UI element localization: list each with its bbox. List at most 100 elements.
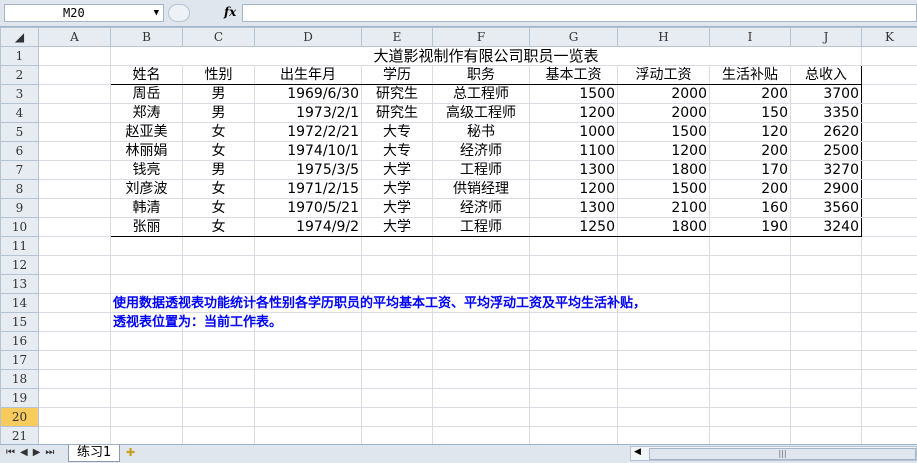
data-cell[interactable]: 大专	[361, 122, 433, 142]
data-cell[interactable]: 1800	[617, 160, 710, 180]
row-header[interactable]: 18	[0, 369, 39, 389]
data-cell[interactable]: 1800	[617, 217, 710, 237]
cell[interactable]	[38, 331, 111, 351]
data-cell[interactable]: 3240	[790, 217, 862, 237]
cell[interactable]	[110, 426, 183, 446]
data-cell[interactable]: 1000	[529, 122, 618, 142]
data-cell[interactable]: 男	[182, 84, 255, 104]
column-label[interactable]: 总收入	[790, 65, 862, 85]
row-header[interactable]: 6	[0, 141, 39, 161]
cell[interactable]	[529, 388, 618, 408]
column-label[interactable]: 职务	[432, 65, 530, 85]
data-cell[interactable]: 1971/2/15	[254, 179, 362, 199]
data-cell[interactable]: 周岳	[110, 84, 183, 104]
column-label[interactable]: 姓名	[110, 65, 183, 85]
cell[interactable]	[361, 407, 433, 427]
data-cell[interactable]: 1500	[617, 122, 710, 142]
cell[interactable]	[254, 388, 362, 408]
cell[interactable]	[432, 350, 530, 370]
cell[interactable]: 使用数据透视表功能统计各性别各学历职员的平均基本工资、平均浮动工资及平均生活补贴…	[110, 293, 646, 313]
cell[interactable]	[182, 274, 255, 294]
cell[interactable]	[254, 331, 362, 351]
cell[interactable]	[790, 388, 862, 408]
cell[interactable]	[38, 407, 111, 427]
cell[interactable]	[709, 388, 791, 408]
expand-handle[interactable]	[168, 4, 190, 22]
data-cell[interactable]: 钱亮	[110, 160, 183, 180]
data-cell[interactable]: 1970/5/21	[254, 198, 362, 218]
column-header[interactable]: K	[861, 27, 917, 47]
cell[interactable]	[182, 255, 255, 275]
cell[interactable]	[861, 65, 917, 85]
scroll-thumb[interactable]: |||	[649, 448, 916, 460]
cell[interactable]	[254, 350, 362, 370]
cell[interactable]	[432, 407, 530, 427]
cell[interactable]	[361, 426, 433, 446]
cell[interactable]	[790, 407, 862, 427]
cell[interactable]	[361, 236, 433, 256]
cell[interactable]	[709, 293, 791, 313]
cell[interactable]	[861, 160, 917, 180]
data-cell[interactable]: 2500	[790, 141, 862, 161]
data-cell[interactable]: 大专	[361, 141, 433, 161]
column-header[interactable]: D	[254, 27, 362, 47]
cell[interactable]	[182, 426, 255, 446]
cell[interactable]	[254, 236, 362, 256]
cell[interactable]	[617, 407, 710, 427]
cell[interactable]	[709, 426, 791, 446]
cell[interactable]	[709, 236, 791, 256]
cell[interactable]	[361, 369, 433, 389]
data-cell[interactable]: 1500	[617, 179, 710, 199]
data-cell[interactable]: 3560	[790, 198, 862, 218]
cell[interactable]	[861, 103, 917, 123]
cell[interactable]	[529, 407, 618, 427]
row-header[interactable]: 4	[0, 103, 39, 123]
data-cell[interactable]: 郑涛	[110, 103, 183, 123]
data-cell[interactable]: 200	[709, 84, 791, 104]
data-cell[interactable]: 韩清	[110, 198, 183, 218]
row-header[interactable]: 10	[0, 217, 39, 237]
sheet-title[interactable]: 大道影视制作有限公司职员一览表	[110, 46, 862, 66]
cell[interactable]	[861, 388, 917, 408]
formula-input[interactable]	[242, 4, 917, 22]
cell[interactable]	[432, 331, 530, 351]
cell[interactable]	[182, 350, 255, 370]
cell[interactable]	[110, 407, 183, 427]
cell[interactable]	[432, 236, 530, 256]
data-cell[interactable]: 1974/9/2	[254, 217, 362, 237]
row-header[interactable]: 12	[0, 255, 39, 275]
row-header[interactable]: 15	[0, 312, 39, 332]
data-cell[interactable]: 2000	[617, 103, 710, 123]
cell[interactable]	[529, 236, 618, 256]
cell[interactable]	[617, 426, 710, 446]
cell[interactable]	[861, 426, 917, 446]
cell[interactable]	[110, 255, 183, 275]
cell[interactable]	[529, 255, 618, 275]
cell[interactable]	[182, 369, 255, 389]
cell[interactable]	[861, 122, 917, 142]
cell[interactable]	[38, 274, 111, 294]
cell[interactable]	[110, 236, 183, 256]
cell[interactable]	[790, 369, 862, 389]
data-cell[interactable]: 经济师	[432, 198, 530, 218]
cell[interactable]	[38, 255, 111, 275]
cell[interactable]	[790, 274, 862, 294]
cell[interactable]	[38, 350, 111, 370]
data-cell[interactable]: 1972/2/21	[254, 122, 362, 142]
data-cell[interactable]: 1200	[529, 103, 618, 123]
data-cell[interactable]: 1500	[529, 84, 618, 104]
cell[interactable]	[254, 255, 362, 275]
sheet-nav-arrows-icon[interactable]: ⏮◀▶⏭	[6, 447, 59, 458]
cell[interactable]	[361, 274, 433, 294]
cell[interactable]	[38, 388, 111, 408]
cell[interactable]	[361, 255, 433, 275]
data-cell[interactable]: 女	[182, 122, 255, 142]
scroll-left-icon[interactable]: ◀	[634, 447, 641, 457]
row-header[interactable]: 11	[0, 236, 39, 256]
cell[interactable]	[861, 312, 917, 332]
cell[interactable]	[432, 369, 530, 389]
cell[interactable]	[790, 426, 862, 446]
cell[interactable]	[38, 46, 111, 66]
cell[interactable]	[361, 388, 433, 408]
cell[interactable]	[38, 65, 111, 85]
